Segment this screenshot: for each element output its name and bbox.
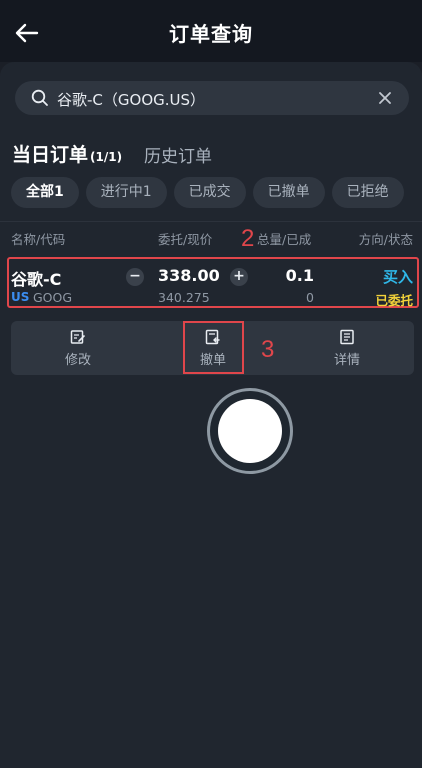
detail-button[interactable]: 详情 bbox=[317, 321, 377, 375]
order-stock-name: 谷歌-C bbox=[11, 270, 62, 289]
order-market-badge: US bbox=[11, 290, 30, 304]
edit-icon bbox=[70, 330, 85, 344]
filter-cancelled[interactable]: 已撤单 bbox=[252, 177, 325, 208]
divider bbox=[0, 221, 422, 222]
search-icon bbox=[31, 89, 48, 106]
price-decrease-button[interactable]: − bbox=[126, 268, 144, 286]
col-direction-status: 方向/状态 bbox=[358, 232, 413, 247]
modify-label: 修改 bbox=[64, 353, 91, 368]
tab-today-label: 当日订单 bbox=[12, 144, 89, 166]
order-current-price: 340.275 bbox=[158, 290, 210, 305]
annotation-marker-3: 3 bbox=[261, 336, 275, 363]
col-qty: 总量/已成 bbox=[257, 232, 312, 247]
order-quantity: 0.1 bbox=[285, 266, 314, 285]
order-status: 已委托 bbox=[375, 293, 413, 308]
annotation-marker-2: 2 bbox=[241, 225, 255, 252]
col-price: 委托/现价 bbox=[158, 232, 213, 247]
filter-all[interactable]: 全部1 bbox=[11, 177, 79, 208]
page-title: 订单查询 bbox=[169, 22, 253, 46]
floating-button-core bbox=[218, 399, 282, 463]
detail-label: 详情 bbox=[333, 353, 360, 368]
order-filled-quantity: 0 bbox=[306, 290, 314, 305]
order-price: 338.00 bbox=[158, 266, 220, 285]
search-input[interactable]: 谷歌-C（GOOG.US） bbox=[15, 81, 409, 115]
tab-history-orders[interactable]: 历史订单 bbox=[144, 142, 212, 167]
tab-today-count: (1/1) bbox=[90, 150, 123, 164]
filter-rejected[interactable]: 已拒绝 bbox=[331, 177, 404, 208]
price-increase-button[interactable]: + bbox=[230, 268, 248, 286]
detail-icon bbox=[340, 329, 354, 345]
order-stock-code: GOOG bbox=[33, 290, 73, 305]
search-value: 谷歌-C（GOOG.US） bbox=[57, 91, 206, 109]
tab-today-orders[interactable]: 当日订单 (1/1) bbox=[12, 140, 122, 167]
order-direction: 买入 bbox=[382, 268, 413, 286]
cancel-highlight-box bbox=[183, 321, 244, 374]
filter-in-progress[interactable]: 进行中1 bbox=[85, 177, 167, 208]
filter-chips: 全部1 进行中1 已成交 已撤单 已拒绝 bbox=[11, 177, 422, 209]
col-name-code: 名称/代码 bbox=[11, 232, 66, 247]
modify-button[interactable]: 修改 bbox=[48, 321, 108, 375]
clear-icon[interactable] bbox=[377, 90, 393, 106]
filter-filled[interactable]: 已成交 bbox=[173, 177, 246, 208]
